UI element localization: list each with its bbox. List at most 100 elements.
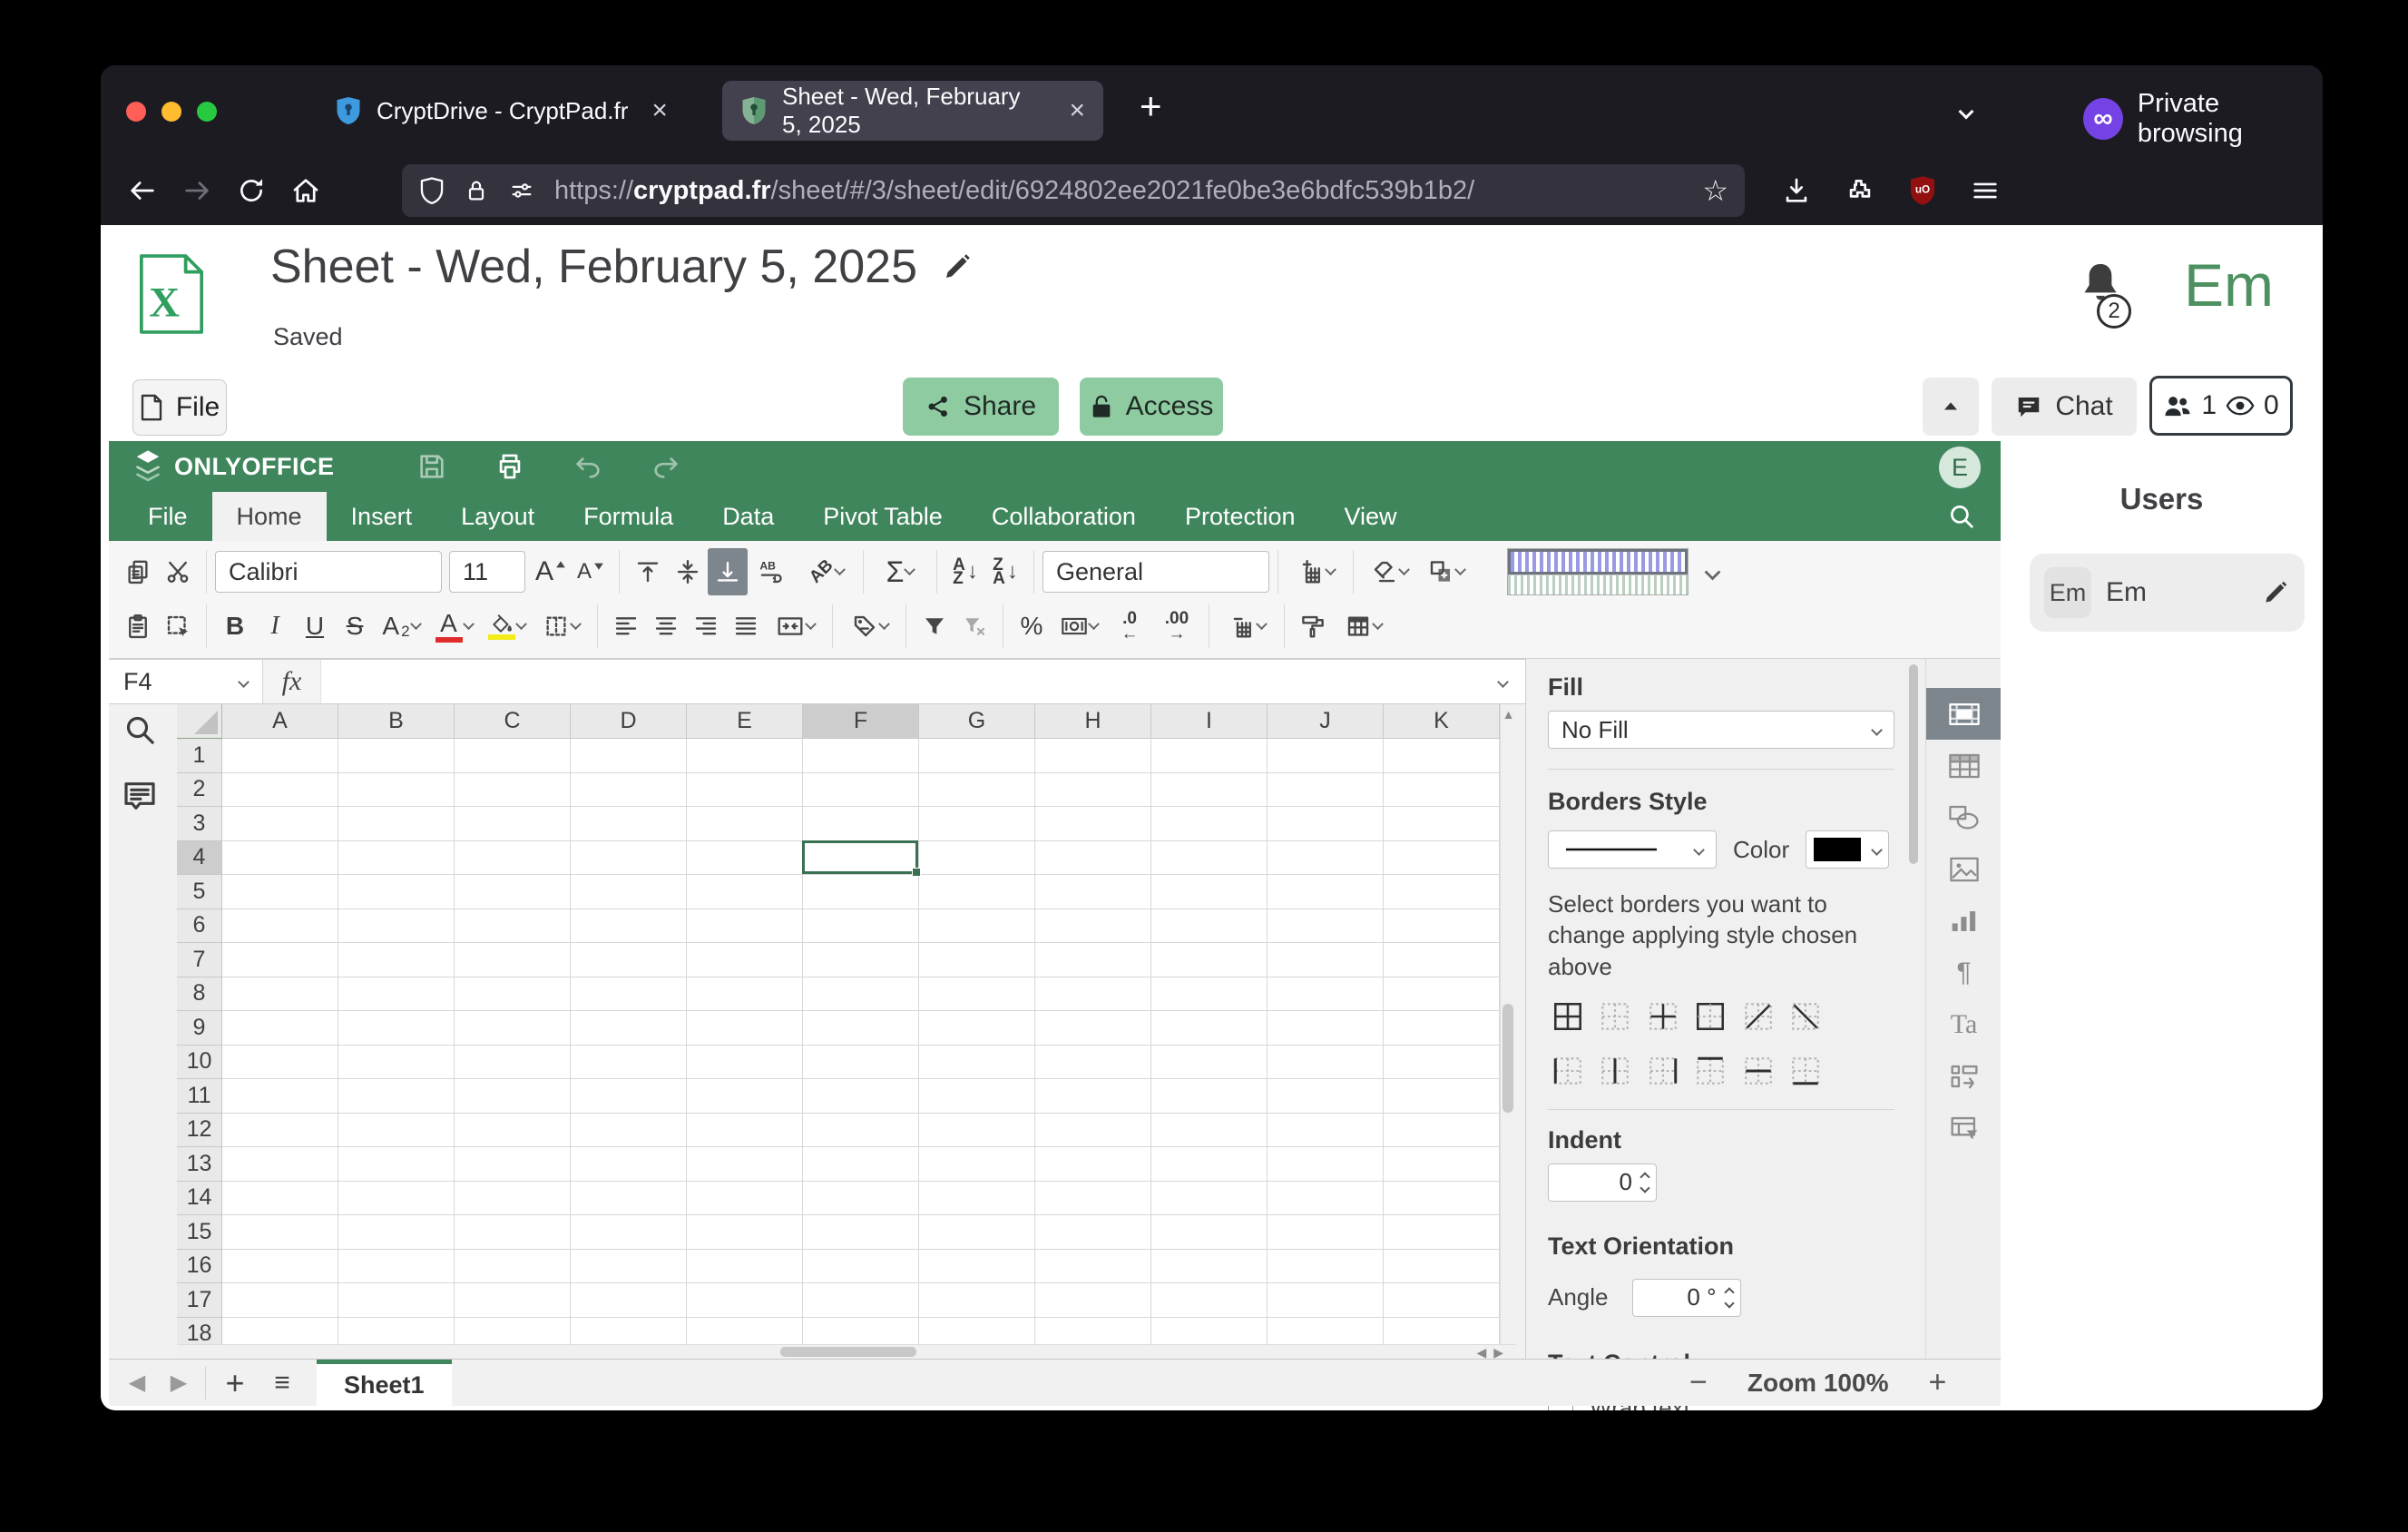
grid-cell-C14[interactable] (455, 1182, 571, 1216)
grid-cell-H12[interactable] (1035, 1114, 1151, 1148)
grid-cell-D13[interactable] (571, 1147, 687, 1182)
grid-cell-J6[interactable] (1268, 909, 1384, 944)
grid-cell-C5[interactable] (455, 875, 571, 909)
grid-cell-B14[interactable] (338, 1182, 455, 1216)
grid-cell-H5[interactable] (1035, 875, 1151, 909)
border-diagonal-down-icon[interactable] (1786, 997, 1826, 1036)
grid-cell-J16[interactable] (1268, 1250, 1384, 1284)
menu-tab-file[interactable]: File (123, 492, 212, 541)
grid-cell-G6[interactable] (919, 909, 1035, 944)
row-header-9[interactable]: 9 (177, 1011, 222, 1046)
spreadsheet-grid[interactable]: ABCDEFGHIJK123456789101112131415161718 (177, 704, 1500, 1344)
collapse-toolbar-button[interactable] (1923, 378, 1979, 436)
downloads-icon[interactable] (1781, 175, 1812, 206)
list-all-tabs-chevron-icon[interactable] (1961, 105, 1972, 122)
menu-tab-layout[interactable]: Layout (436, 492, 559, 541)
grid-cell-G11[interactable] (919, 1079, 1035, 1114)
grid-cell-G16[interactable] (919, 1250, 1035, 1284)
grid-cell-E16[interactable] (687, 1250, 803, 1284)
subscript-icon[interactable]: A2 (375, 603, 427, 650)
grid-cell-E4[interactable] (687, 841, 803, 876)
insert-cells-icon[interactable] (1287, 548, 1345, 595)
grid-cell-K12[interactable] (1384, 1114, 1500, 1148)
bookmark-star-icon[interactable]: ☆ (1702, 173, 1728, 208)
row-header-14[interactable]: 14 (177, 1182, 222, 1216)
grid-cell-A8[interactable] (222, 977, 338, 1012)
fill-handle[interactable] (912, 868, 921, 877)
row-header-17[interactable]: 17 (177, 1283, 222, 1318)
grid-cell-A1[interactable] (222, 739, 338, 773)
grid-cell-B10[interactable] (338, 1046, 455, 1080)
online-users-button[interactable]: 1 0 (2149, 376, 2293, 436)
grid-cell-D9[interactable] (571, 1011, 687, 1046)
grid-cell-K13[interactable] (1384, 1147, 1500, 1182)
align-top-icon[interactable] (628, 548, 668, 595)
table-template-icon[interactable] (1333, 603, 1393, 650)
grid-cell-D10[interactable] (571, 1046, 687, 1080)
filter-icon[interactable] (915, 603, 954, 650)
row-header-16[interactable]: 16 (177, 1250, 222, 1284)
grid-cell-E9[interactable] (687, 1011, 803, 1046)
grid-cell-F13[interactable] (803, 1147, 919, 1182)
sheet-next-arrow-icon[interactable]: ▶ (158, 1370, 200, 1396)
row-header-10[interactable]: 10 (177, 1046, 222, 1080)
grid-cell-G7[interactable] (919, 943, 1035, 977)
grid-cell-D15[interactable] (571, 1215, 687, 1250)
grid-cell-E3[interactable] (687, 807, 803, 841)
url-bar[interactable]: https://cryptpad.fr/sheet/#/3/sheet/edit… (402, 164, 1745, 217)
grid-cell-B5[interactable] (338, 875, 455, 909)
vertical-scroll-thumb[interactable] (1503, 1004, 1513, 1113)
grid-cell-B15[interactable] (338, 1215, 455, 1250)
grid-cell-I11[interactable] (1151, 1079, 1268, 1114)
border-inside-icon[interactable] (1643, 997, 1683, 1036)
grid-cell-H16[interactable] (1035, 1250, 1151, 1284)
border-color-select[interactable] (1806, 830, 1889, 869)
increase-decimal-icon[interactable]: .00→ (1153, 603, 1200, 650)
grid-cell-A17[interactable] (222, 1283, 338, 1318)
row-header-5[interactable]: 5 (177, 875, 222, 909)
grid-cell-G15[interactable] (919, 1215, 1035, 1250)
named-ranges-icon[interactable] (841, 603, 897, 650)
grid-cell-A3[interactable] (222, 807, 338, 841)
grid-cell-K18[interactable] (1384, 1318, 1500, 1345)
grid-cell-K11[interactable] (1384, 1079, 1500, 1114)
border-left-icon[interactable] (1548, 1051, 1588, 1091)
grid-cell-D5[interactable] (571, 875, 687, 909)
grid-cell-H4[interactable] (1035, 841, 1151, 876)
grid-cell-C16[interactable] (455, 1250, 571, 1284)
grid-cell-E5[interactable] (687, 875, 803, 909)
grid-cell-K15[interactable] (1384, 1215, 1500, 1250)
tab-sheet[interactable]: Sheet - Wed, February 5, 2025 × (722, 81, 1103, 141)
grid-cell-I16[interactable] (1151, 1250, 1268, 1284)
grid-cell-B6[interactable] (338, 909, 455, 944)
grid-cell-D7[interactable] (571, 943, 687, 977)
underline-icon[interactable]: U (295, 603, 335, 650)
grid-cell-J4[interactable] (1268, 841, 1384, 876)
menu-tab-protection[interactable]: Protection (1160, 492, 1320, 541)
grid-cell-J12[interactable] (1268, 1114, 1384, 1148)
grid-cell-C4[interactable] (455, 841, 571, 876)
grid-cell-J14[interactable] (1268, 1182, 1384, 1216)
grid-cell-D14[interactable] (571, 1182, 687, 1216)
grid-cell-I3[interactable] (1151, 807, 1268, 841)
grid-cell-J2[interactable] (1268, 773, 1384, 808)
sheet-prev-arrow-icon[interactable]: ◀ (116, 1370, 158, 1396)
border-top-icon[interactable] (1690, 1051, 1730, 1091)
fill-select[interactable]: No Fill (1548, 711, 1894, 749)
text-art-settings-icon[interactable]: Ta (1926, 998, 2002, 1050)
grid-cell-J18[interactable] (1268, 1318, 1384, 1345)
grid-cell-G8[interactable] (919, 977, 1035, 1012)
grid-cell-E12[interactable] (687, 1114, 803, 1148)
url-text[interactable]: https://cryptpad.fr/sheet/#/3/sheet/edit… (554, 176, 1684, 206)
grid-cell-A5[interactable] (222, 875, 338, 909)
grid-cell-K17[interactable] (1384, 1283, 1500, 1318)
grid-cell-B1[interactable] (338, 739, 455, 773)
grid-cell-B18[interactable] (338, 1318, 455, 1345)
align-bottom-icon[interactable] (708, 548, 748, 595)
zoom-level-label[interactable]: Zoom 100% (1747, 1369, 1889, 1398)
indent-spinner[interactable]: 0 (1548, 1164, 1657, 1202)
grid-cell-C8[interactable] (455, 977, 571, 1012)
grid-cell-F14[interactable] (803, 1182, 919, 1216)
summation-icon[interactable]: Σ (872, 548, 928, 595)
grid-cell-B3[interactable] (338, 807, 455, 841)
